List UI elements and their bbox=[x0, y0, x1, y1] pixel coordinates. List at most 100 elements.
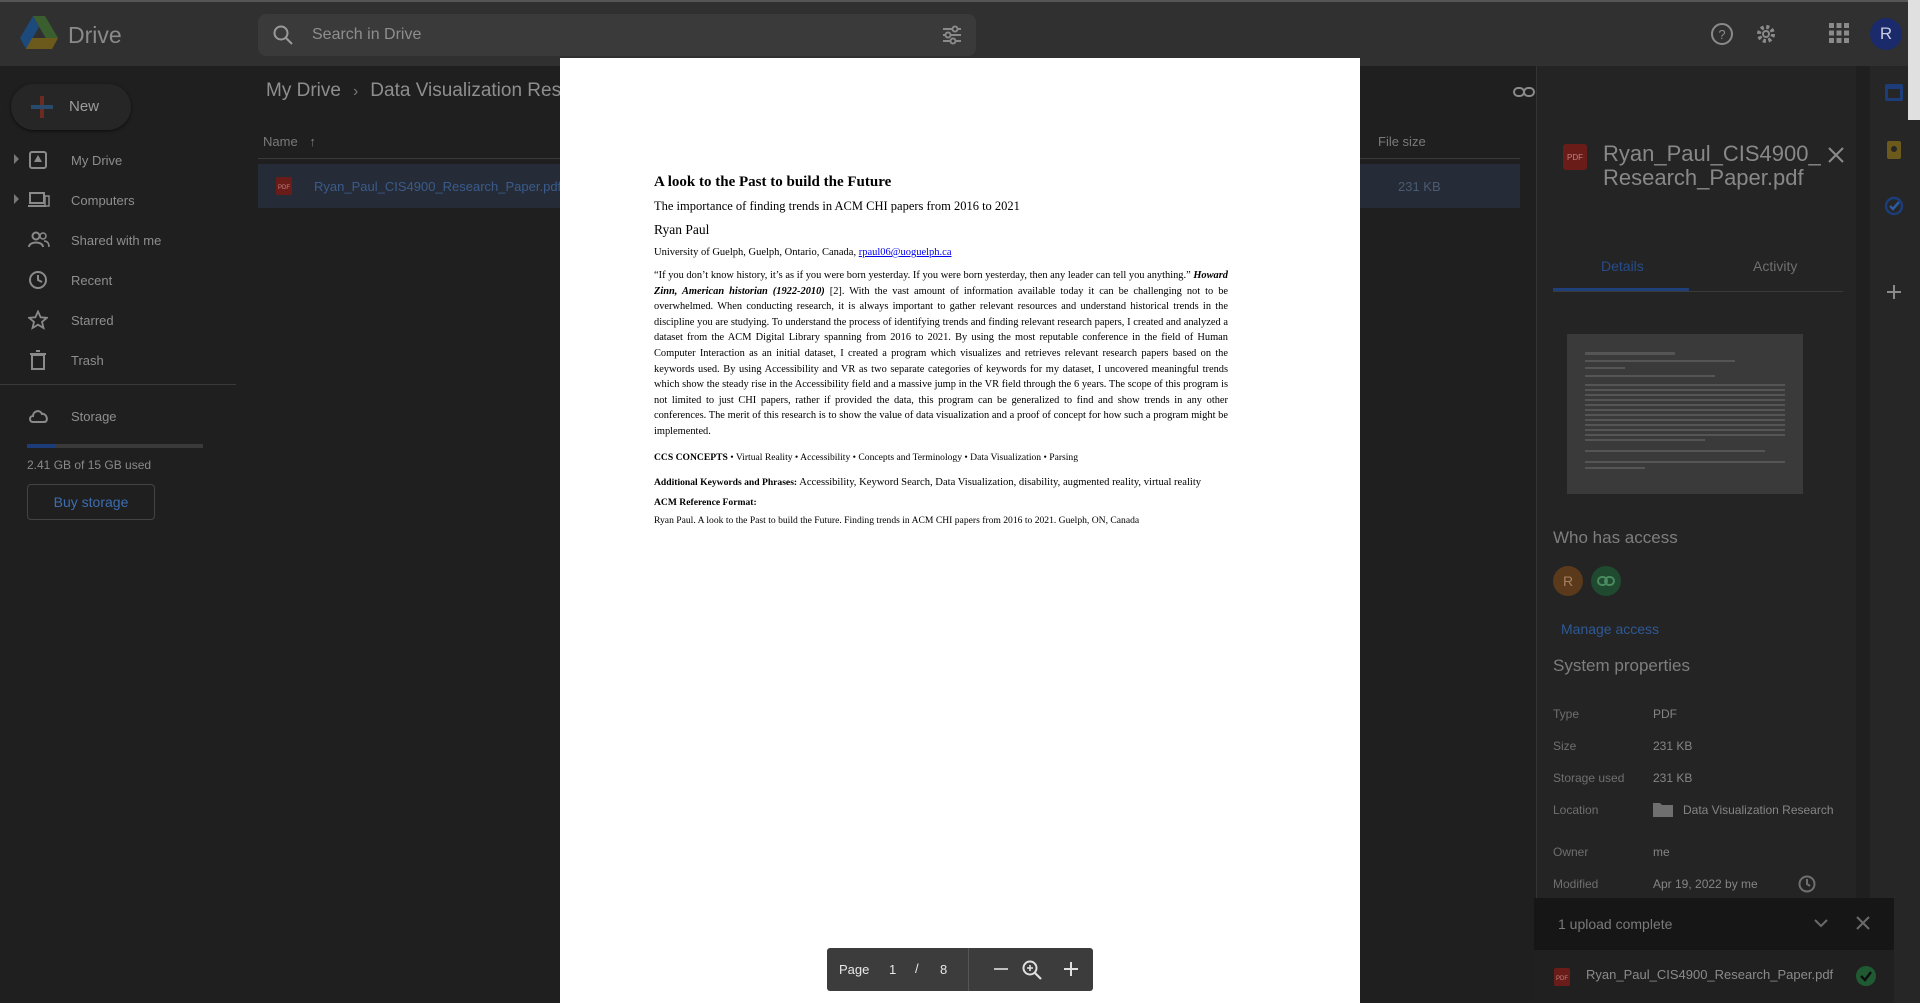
sidebar-item-shared-with-me[interactable]: Shared with me bbox=[0, 222, 230, 258]
zoom-magnifier-icon[interactable] bbox=[1021, 959, 1043, 981]
sidebar-item-trash[interactable]: Trash bbox=[0, 342, 230, 378]
current-page-input[interactable]: 1 bbox=[889, 962, 901, 977]
file-size: 231 KB bbox=[1398, 179, 1441, 194]
apps-grid-icon[interactable] bbox=[1828, 22, 1850, 44]
tasks-icon[interactable] bbox=[1884, 196, 1904, 216]
scrollbar[interactable] bbox=[1908, 0, 1920, 120]
thumb-line bbox=[1585, 384, 1785, 386]
search-options-icon[interactable] bbox=[942, 25, 962, 45]
prop-label: Owner bbox=[1553, 845, 1589, 859]
prop-label: Modified bbox=[1553, 877, 1599, 891]
clock-icon bbox=[29, 271, 47, 289]
sidebar-item-storage[interactable]: Storage bbox=[0, 398, 230, 434]
upload-file-name: Ryan_Paul_CIS4900_Research_Paper.pdf bbox=[1586, 967, 1834, 982]
calendar-icon[interactable] bbox=[1884, 82, 1904, 102]
svg-text:?: ? bbox=[1718, 27, 1725, 42]
close-icon[interactable] bbox=[1827, 146, 1845, 164]
thumb-line bbox=[1585, 450, 1765, 452]
sidebar-item-computers[interactable]: Computers bbox=[0, 182, 230, 218]
search-icon[interactable] bbox=[272, 24, 294, 46]
prop-type: Type PDF bbox=[1553, 707, 1677, 721]
file-name[interactable]: Ryan_Paul_CIS4900_Research_Paper.pdf bbox=[314, 179, 561, 194]
expand-arrow-icon[interactable] bbox=[14, 154, 19, 164]
trash-icon bbox=[30, 350, 46, 370]
search-input[interactable] bbox=[312, 22, 872, 48]
expand-arrow-icon[interactable] bbox=[14, 194, 19, 204]
breadcrumb-chevron-icon: › bbox=[352, 83, 359, 100]
top-bar: Drive ? R bbox=[0, 0, 1920, 66]
breadcrumb-current[interactable]: Data Visualization Rese bbox=[370, 80, 571, 101]
drive-logo-icon[interactable] bbox=[20, 16, 58, 50]
zoom-in-plus-icon[interactable] bbox=[1061, 959, 1081, 979]
pdf-page[interactable]: A look to the Past to build the Future T… bbox=[560, 58, 1360, 1003]
help-icon[interactable]: ? bbox=[1710, 22, 1734, 46]
email-link[interactable]: rpaul06@uoguelph.ca bbox=[859, 247, 952, 258]
search-box[interactable] bbox=[258, 14, 976, 56]
shared-icon bbox=[28, 231, 50, 248]
column-header-file-size[interactable]: File size bbox=[1378, 134, 1426, 149]
paper-author: Ryan Paul bbox=[654, 222, 710, 237]
thumb-line bbox=[1585, 409, 1785, 411]
account-avatar[interactable]: R bbox=[1870, 18, 1902, 50]
thumb-line bbox=[1585, 419, 1785, 421]
reference-format-heading: ACM Reference Format: bbox=[654, 497, 757, 509]
chevron-down-icon[interactable] bbox=[1814, 918, 1828, 928]
prop-storage-used: Storage used 231 KB bbox=[1553, 771, 1692, 785]
version-history-icon[interactable] bbox=[1797, 874, 1817, 894]
settings-gear-icon[interactable] bbox=[1754, 22, 1778, 46]
upload-item[interactable]: PDF Ryan_Paul_CIS4900_Research_Paper.pdf bbox=[1534, 950, 1894, 1003]
column-header-name[interactable]: Name ↑ bbox=[263, 134, 316, 149]
paper-abstract: “If you don’t know history, it’s as if y… bbox=[654, 268, 1228, 440]
storage-progress-bar bbox=[27, 444, 203, 448]
reference-format-text: Ryan Paul. A look to the Past to build t… bbox=[654, 515, 1140, 527]
new-button[interactable]: New bbox=[11, 84, 131, 130]
prop-value-location[interactable]: Data Visualization Research bbox=[1683, 803, 1834, 817]
toast-header: 1 upload complete bbox=[1534, 898, 1894, 950]
manage-access-link[interactable]: Manage access bbox=[1561, 621, 1659, 637]
buy-storage-button[interactable]: Buy storage bbox=[27, 484, 155, 520]
link-sharing-icon[interactable] bbox=[1591, 566, 1621, 596]
thumb-line bbox=[1585, 414, 1785, 416]
sidebar-item-starred[interactable]: Starred bbox=[0, 302, 230, 338]
thumb-line bbox=[1585, 467, 1645, 469]
thumb-line bbox=[1585, 360, 1735, 362]
details-file-title: Ryan_Paul_CIS4900_Research_Paper.pdf bbox=[1603, 141, 1821, 190]
thumb-line bbox=[1585, 367, 1625, 369]
folder-icon bbox=[1653, 803, 1673, 817]
tab-details[interactable]: Details bbox=[1601, 258, 1644, 274]
sidebar-item-label: Trash bbox=[71, 353, 104, 368]
get-link-icon[interactable] bbox=[1512, 80, 1536, 104]
thumb-line bbox=[1585, 389, 1785, 391]
plus-icon bbox=[27, 92, 57, 128]
pdf-file-icon: PDF bbox=[1554, 968, 1570, 986]
file-thumbnail[interactable] bbox=[1567, 334, 1803, 494]
page-label: Page bbox=[839, 962, 870, 977]
pdf-file-icon: PDF bbox=[276, 177, 292, 195]
thumb-line bbox=[1585, 352, 1675, 355]
new-button-label: New bbox=[69, 98, 100, 115]
sort-arrow-up-icon[interactable]: ↑ bbox=[309, 134, 316, 149]
sidebar-item-my-drive[interactable]: My Drive bbox=[0, 142, 230, 178]
column-header-name-label: Name bbox=[263, 134, 298, 149]
access-avatar[interactable]: R bbox=[1553, 566, 1583, 596]
thumb-line bbox=[1585, 461, 1785, 463]
sidebar-divider bbox=[0, 384, 236, 385]
sidebar-item-label: My Drive bbox=[71, 153, 123, 168]
keywords-label: Additional Keywords and Phrases: bbox=[654, 476, 798, 488]
breadcrumb-root[interactable]: My Drive bbox=[266, 80, 341, 101]
sidebar-item-label: Shared with me bbox=[71, 233, 162, 248]
prop-value: Apr 19, 2022 by me bbox=[1653, 877, 1758, 891]
page-separator: / bbox=[915, 961, 919, 976]
total-pages: 8 bbox=[940, 962, 948, 977]
sidebar-item-recent[interactable]: Recent bbox=[0, 262, 230, 298]
tab-activity[interactable]: Activity bbox=[1753, 258, 1797, 274]
sidebar-item-label: Storage bbox=[71, 409, 117, 424]
close-icon[interactable] bbox=[1856, 916, 1870, 930]
toast-title: 1 upload complete bbox=[1558, 916, 1673, 932]
thumb-line bbox=[1585, 434, 1785, 436]
keep-icon[interactable] bbox=[1884, 140, 1904, 160]
add-addon-icon[interactable] bbox=[1886, 284, 1902, 300]
zoom-out-minus-icon[interactable] bbox=[991, 959, 1011, 979]
pdf-page-toolbar: Page 1 / 8 bbox=[827, 948, 1093, 991]
svg-text:PDF: PDF bbox=[278, 185, 290, 191]
